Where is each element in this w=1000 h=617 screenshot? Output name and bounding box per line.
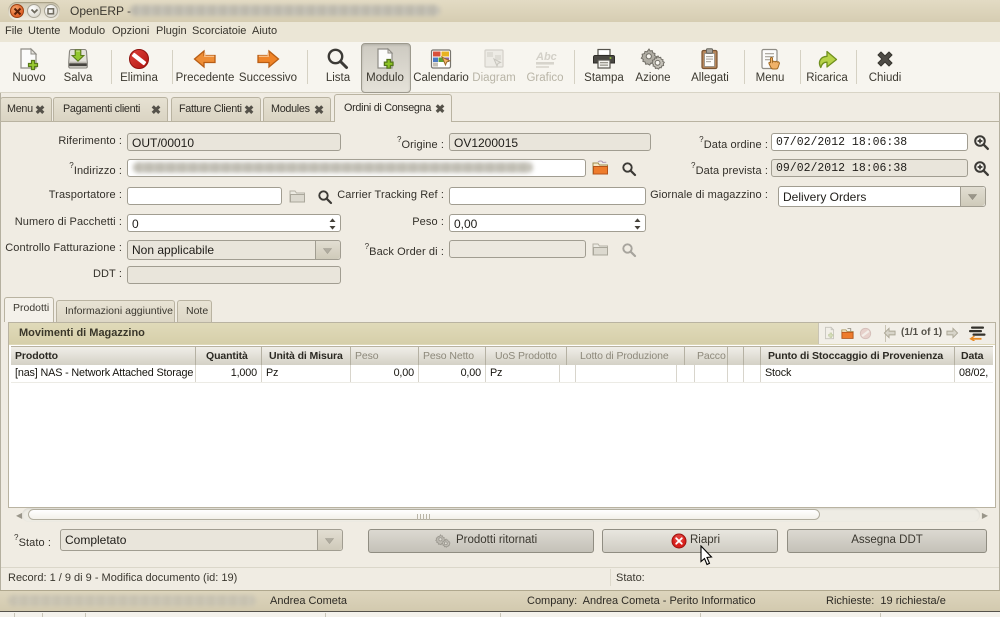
svg-text:Abc: Abc <box>535 51 557 63</box>
